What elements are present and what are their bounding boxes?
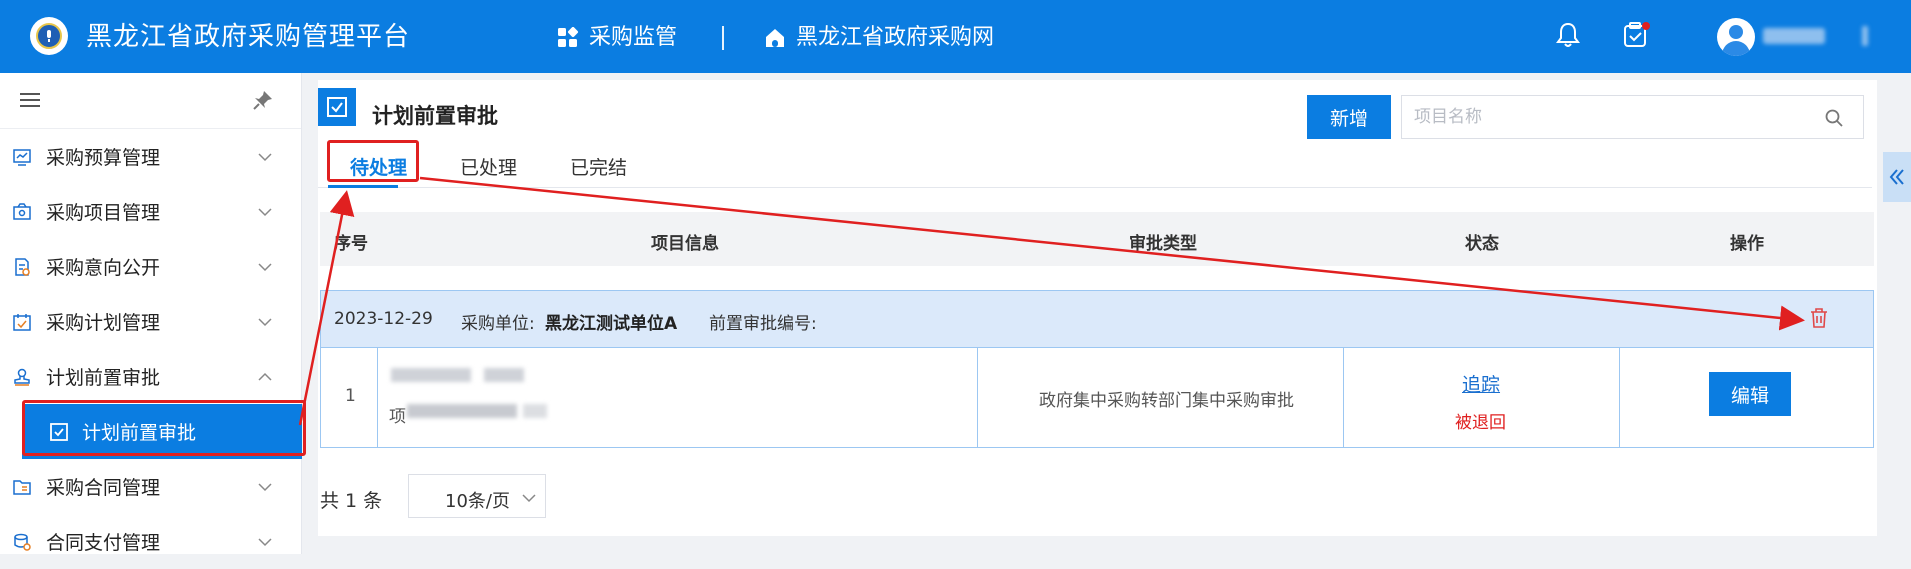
collapse-panel-toggle[interactable]: [1883, 152, 1911, 202]
double-chevron-left-icon: [1889, 169, 1904, 185]
sidebar-item-label: 计划前置审批: [46, 367, 161, 389]
platform-logo[interactable]: [30, 17, 68, 55]
chevron-down-icon: [258, 317, 272, 326]
table-header: 序号 项目信息 审批类型 状态 操作: [320, 212, 1874, 266]
menu-toggle-icon[interactable]: [20, 93, 40, 107]
track-link[interactable]: 追踪: [1462, 370, 1500, 397]
column-header-status: 状态: [1465, 234, 1499, 254]
group-date: 2023-12-29: [334, 309, 433, 329]
coins-icon: [14, 533, 31, 551]
chevron-down-icon: [258, 207, 272, 216]
sidebar-item-budget[interactable]: 采购预算管理: [0, 129, 302, 184]
column-header-approval-type: 审批类型: [1129, 234, 1197, 254]
cell-divider: [1619, 348, 1620, 447]
sidebar-item-label: 采购预算管理: [46, 147, 161, 169]
user-name-redacted[interactable]: [1763, 28, 1825, 44]
sidebar-item-label: 采购计划管理: [46, 312, 161, 334]
chevron-down-icon: [258, 262, 272, 271]
cell-divider: [1343, 348, 1344, 447]
total-count: 共 1 条: [320, 490, 383, 512]
status-badge: 被退回: [1455, 413, 1506, 433]
sidebar-item-intention[interactable]: 采购意向公开: [0, 239, 302, 294]
sidebar: 采购预算管理 采购项目管理 采购意向公开 采购计划管理 计划前置审批 计划前置审…: [0, 73, 302, 554]
tab-completed[interactable]: 已完结: [570, 153, 627, 180]
project-code-redacted: [523, 404, 547, 418]
sidebar-item-label: 采购合同管理: [46, 477, 161, 499]
sidebar-item-label: 采购项目管理: [46, 202, 161, 224]
sidebar-item-label: 采购意向公开: [46, 257, 161, 279]
folder-list-icon: [13, 479, 31, 495]
home-icon: [766, 29, 784, 47]
sidebar-item-plan[interactable]: 采购计划管理: [0, 294, 302, 349]
delete-trash-icon[interactable]: [1809, 307, 1829, 329]
project-name-search-input[interactable]: [1414, 106, 1814, 128]
group-unit-label: 采购单位:: [461, 314, 535, 334]
user-menu-redacted[interactable]: [1862, 26, 1868, 46]
active-tab-indicator: [328, 185, 398, 188]
annotation-box-tab: [327, 140, 419, 182]
chart-board-icon: [13, 148, 31, 166]
sidebar-toolbar: [0, 73, 301, 129]
group-unit-value: 黑龙江测试单位A: [545, 314, 678, 334]
app-title: 黑龙江省政府采购管理平台: [86, 22, 411, 52]
approval-type: 政府集中采购转部门集中采购审批: [1039, 391, 1294, 411]
add-new-button[interactable]: 新增: [1307, 95, 1391, 139]
emblem-icon: [36, 23, 62, 49]
group-row-header: 2023-12-29 采购单位: 黑龙江测试单位A 前置审批编号:: [320, 290, 1874, 348]
chevron-up-icon: [258, 372, 272, 381]
search-box[interactable]: [1401, 95, 1864, 139]
bell-icon[interactable]: [1553, 20, 1583, 50]
row-index: 1: [345, 386, 356, 406]
chevron-down-icon: [258, 482, 272, 491]
sidebar-item-project[interactable]: 采购项目管理: [0, 184, 302, 239]
pin-icon[interactable]: [252, 89, 274, 111]
group-code-label: 前置审批编号:: [709, 314, 817, 334]
sidebar-item-label: 合同支付管理: [46, 532, 161, 554]
project-name-redacted: [484, 368, 524, 382]
search-icon[interactable]: [1824, 108, 1844, 128]
column-header-index: 序号: [334, 234, 368, 254]
project-code-prefix: 项: [389, 407, 406, 427]
status-tabs: 待处理 已处理 已完结: [318, 145, 1872, 188]
grid-icon: [558, 27, 579, 47]
page-size-select[interactable]: 10条/页: [408, 474, 546, 518]
cell-divider: [377, 348, 378, 447]
task-check-icon[interactable]: [1621, 20, 1651, 50]
user-avatar-icon[interactable]: [1717, 18, 1755, 56]
sidebar-item-pre-approval[interactable]: 计划前置审批: [0, 349, 302, 404]
column-header-actions: 操作: [1730, 234, 1764, 254]
nav-procurement-supervision[interactable]: 采购监管: [557, 24, 677, 52]
edit-button[interactable]: 编辑: [1709, 372, 1791, 416]
chevron-down-icon: [258, 152, 272, 161]
cell-divider: [977, 348, 978, 447]
table-row: 1 项 政府集中采购转部门集中采购审批 追踪 被退回 编辑: [320, 348, 1874, 448]
project-name-redacted: [391, 368, 471, 382]
nav-label: 采购监管: [589, 25, 678, 50]
sidebar-item-payment[interactable]: 合同支付管理: [0, 514, 302, 569]
approval-page-icon: [318, 88, 356, 126]
column-header-project-info: 项目信息: [651, 234, 719, 254]
tab-processed[interactable]: 已处理: [460, 153, 517, 180]
annotation-box-submenu: [22, 400, 306, 456]
document-icon: [15, 257, 30, 276]
chevron-down-icon: [258, 537, 272, 546]
sidebar-item-contract[interactable]: 采购合同管理: [0, 459, 302, 514]
main-content: 计划前置审批 新增 待处理 已处理 已完结 序号 项目信息 审批类型 状态 操作…: [318, 80, 1877, 536]
project-icon: [13, 202, 31, 220]
nav-label: 黑龙江省政府采购网: [796, 25, 995, 50]
page-title: 计划前置审批: [372, 104, 498, 128]
nav-procurement-website[interactable]: 黑龙江省政府采购网: [764, 24, 994, 52]
chevron-down-icon: [522, 494, 536, 503]
top-header: 黑龙江省政府采购管理平台 采购监管 黑龙江省政府采购网: [0, 0, 1911, 73]
calendar-check-icon: [13, 313, 31, 331]
nav-divider: [722, 26, 724, 50]
stamp-icon: [14, 368, 30, 386]
page-size-value: 10条/页: [445, 491, 510, 512]
project-code-redacted: [407, 404, 517, 418]
